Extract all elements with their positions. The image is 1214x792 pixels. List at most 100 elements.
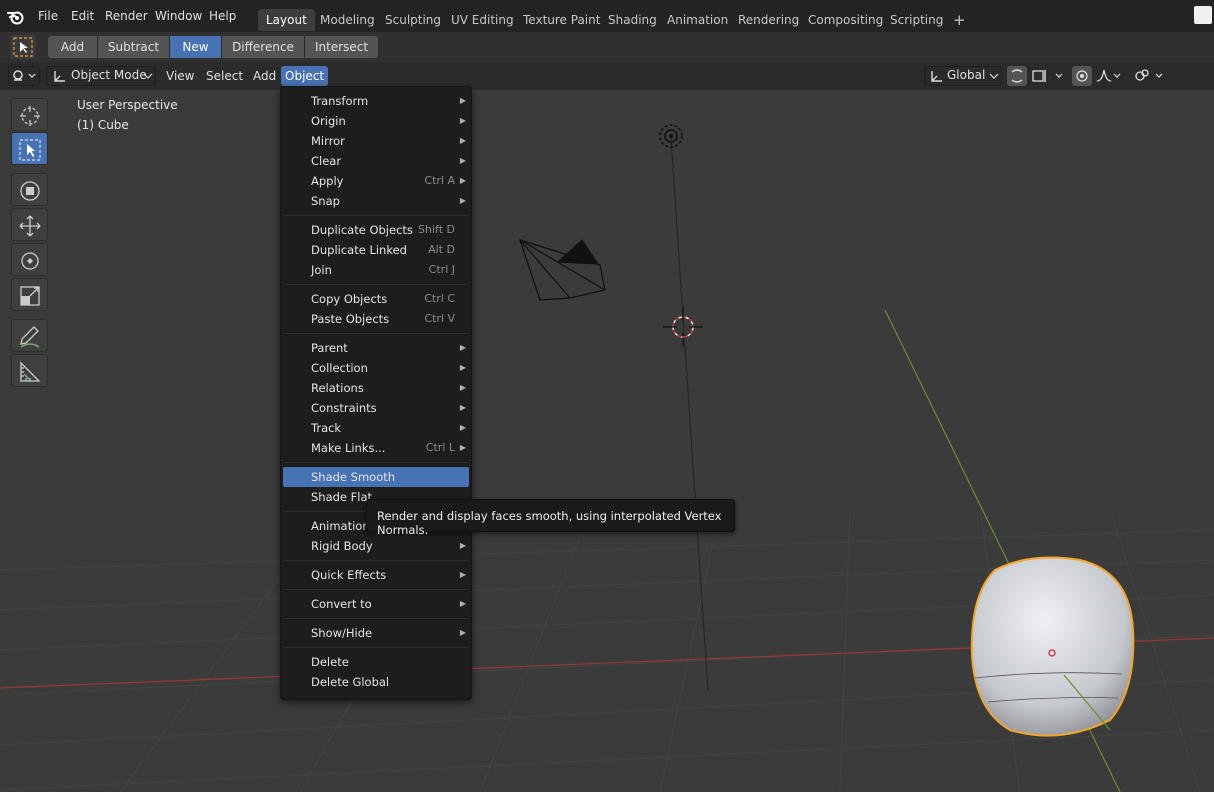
tab-rendering[interactable]: Rendering [730, 9, 807, 31]
menu-item-duplicate-linked[interactable]: Duplicate Linked Alt D [283, 240, 469, 260]
add-workspace-button[interactable]: + [945, 9, 974, 31]
tool-annotate-button[interactable] [11, 319, 48, 352]
annotate-pencil-icon [20, 326, 40, 348]
tool-rotate-button[interactable] [11, 243, 48, 276]
tab-uv-editing[interactable]: UV Editing [443, 9, 522, 31]
transform-orientation-dropdown[interactable]: Global [924, 66, 1002, 86]
menu-item-apply[interactable]: Apply Ctrl A ▶ [283, 171, 469, 191]
tool-move-button[interactable] [11, 173, 48, 206]
mode-subtract-button[interactable]: Subtract [98, 36, 170, 58]
tab-sculpting[interactable]: Sculpting [377, 9, 449, 31]
editor-type-icon [13, 70, 36, 81]
tool-cursor-button[interactable] [11, 98, 48, 131]
chevron-down-icon [143, 73, 153, 79]
tab-compositing[interactable]: Compositing [800, 9, 891, 31]
pivot-icon [1011, 69, 1023, 83]
menu-select[interactable]: Select [202, 66, 247, 86]
menu-item-parent[interactable]: Parent ▶ [283, 338, 469, 358]
menu-item-duplicate-objects[interactable]: Duplicate Objects Shift D [283, 220, 469, 240]
scale-tool-icon [20, 286, 40, 306]
proportional-edit-button[interactable] [1072, 66, 1092, 86]
menu-item-rigid-body[interactable]: Rigid Body ▶ [283, 536, 469, 556]
menu-item-join[interactable]: Join Ctrl J [283, 260, 469, 280]
menu-item-paste-objects[interactable]: Paste Objects Ctrl V [283, 309, 469, 329]
menu-item-constraints[interactable]: Constraints ▶ [283, 398, 469, 418]
visibility-link-icon [1135, 69, 1163, 81]
menu-item-make-links[interactable]: Make Links... Ctrl L ▶ [283, 438, 469, 458]
tool-measure-button[interactable] [11, 354, 48, 387]
menu-view[interactable]: View [162, 66, 198, 86]
menu-item-delete-global[interactable]: Delete Global [283, 672, 469, 692]
menu-help[interactable]: Help [209, 9, 236, 23]
menu-add[interactable]: Add [249, 66, 280, 86]
orientation-label: Global [947, 68, 986, 82]
tab-modeling[interactable]: Modeling [312, 9, 383, 31]
blender-logo-icon[interactable] [6, 7, 26, 27]
tool-select-box-button[interactable] [11, 132, 48, 165]
menu-item-copy-objects[interactable]: Copy Objects Ctrl C [283, 289, 469, 309]
menu-item-quick-effects[interactable]: Quick Effects ▶ [283, 565, 469, 585]
window-control-button[interactable] [1194, 6, 1212, 24]
orientation-icon [931, 71, 942, 82]
menu-edit[interactable]: Edit [71, 9, 94, 23]
menu-separator [283, 618, 469, 619]
object-types-visibility-dropdown[interactable] [1132, 66, 1170, 86]
chevron-right-icon: ▶ [459, 599, 466, 608]
menu-item-snap[interactable]: Snap ▶ [283, 191, 469, 211]
menu-item-clear[interactable]: Clear ▶ [283, 151, 469, 171]
grab-tool-icon [20, 181, 40, 201]
chevron-down-icon [989, 73, 999, 79]
menu-item-transform[interactable]: Transform ▶ [283, 91, 469, 111]
falloff-curve-icon [1096, 69, 1121, 82]
select-box-tool-icon [19, 139, 41, 161]
snap-icon [1032, 70, 1063, 82]
mode-difference-button[interactable]: Difference [222, 36, 305, 58]
select-box-tool-button[interactable] [10, 35, 36, 59]
viewport-header: Object Mode View Select Add Object Globa… [0, 62, 1214, 90]
menu-file[interactable]: File [38, 9, 58, 23]
falloff-dropdown[interactable] [1095, 66, 1125, 86]
menu-separator [283, 333, 469, 334]
mode-new-button[interactable]: New [170, 36, 222, 58]
menu-render[interactable]: Render [105, 9, 148, 23]
menu-item-shade-smooth[interactable]: Shade Smooth [283, 467, 469, 487]
menu-item-convert-to[interactable]: Convert to ▶ [283, 594, 469, 614]
menu-separator [283, 589, 469, 590]
tool-scale-button[interactable] [11, 278, 48, 311]
measure-ruler-icon [20, 361, 41, 382]
editor-type-dropdown[interactable] [8, 66, 40, 86]
proportional-edit-icon [1076, 70, 1088, 82]
menu-window[interactable]: Window [155, 9, 202, 23]
menu-item-track[interactable]: Track ▶ [283, 418, 469, 438]
tab-texture-paint[interactable]: Texture Paint [515, 9, 608, 31]
3d-cursor-icon [663, 307, 703, 347]
mode-add-button[interactable]: Add [48, 36, 98, 58]
menu-separator [283, 215, 469, 216]
tab-shading[interactable]: Shading [600, 9, 665, 31]
tab-layout[interactable]: Layout [258, 9, 315, 31]
menu-object[interactable]: Object [281, 66, 329, 86]
menu-item-relations[interactable]: Relations ▶ [283, 378, 469, 398]
select-box-icon [13, 37, 33, 57]
viewport-perspective-label: User Perspective [77, 98, 178, 112]
tab-animation[interactable]: Animation [659, 9, 736, 31]
tool-translate-button[interactable] [11, 208, 48, 241]
menu-item-delete[interactable]: Delete [283, 652, 469, 672]
object-mode-dropdown[interactable]: Object Mode [46, 66, 156, 86]
menu-item-origin[interactable]: Origin ▶ [283, 111, 469, 131]
chevron-right-icon: ▶ [459, 363, 466, 372]
pivot-point-button[interactable] [1007, 66, 1027, 86]
menu-item-show-hide[interactable]: Show/Hide ▶ [283, 623, 469, 643]
menu-item-collection[interactable]: Collection ▶ [283, 358, 469, 378]
chevron-right-icon: ▶ [459, 196, 466, 205]
mode-intersect-button[interactable]: Intersect [305, 36, 378, 58]
3d-viewport[interactable]: User Perspective (1) Cube [0, 90, 1214, 792]
snap-button[interactable] [1030, 66, 1068, 86]
menu-item-mirror[interactable]: Mirror ▶ [283, 131, 469, 151]
light-direction-line [670, 137, 709, 691]
object-mode-icon [54, 71, 65, 82]
chevron-right-icon: ▶ [459, 96, 466, 105]
tab-scripting[interactable]: Scripting [882, 9, 951, 31]
object-menu-dropdown: Transform ▶ Origin ▶ Mirror ▶ Clear ▶ Apply C… [280, 86, 472, 700]
rotate-tool-icon [21, 252, 39, 270]
